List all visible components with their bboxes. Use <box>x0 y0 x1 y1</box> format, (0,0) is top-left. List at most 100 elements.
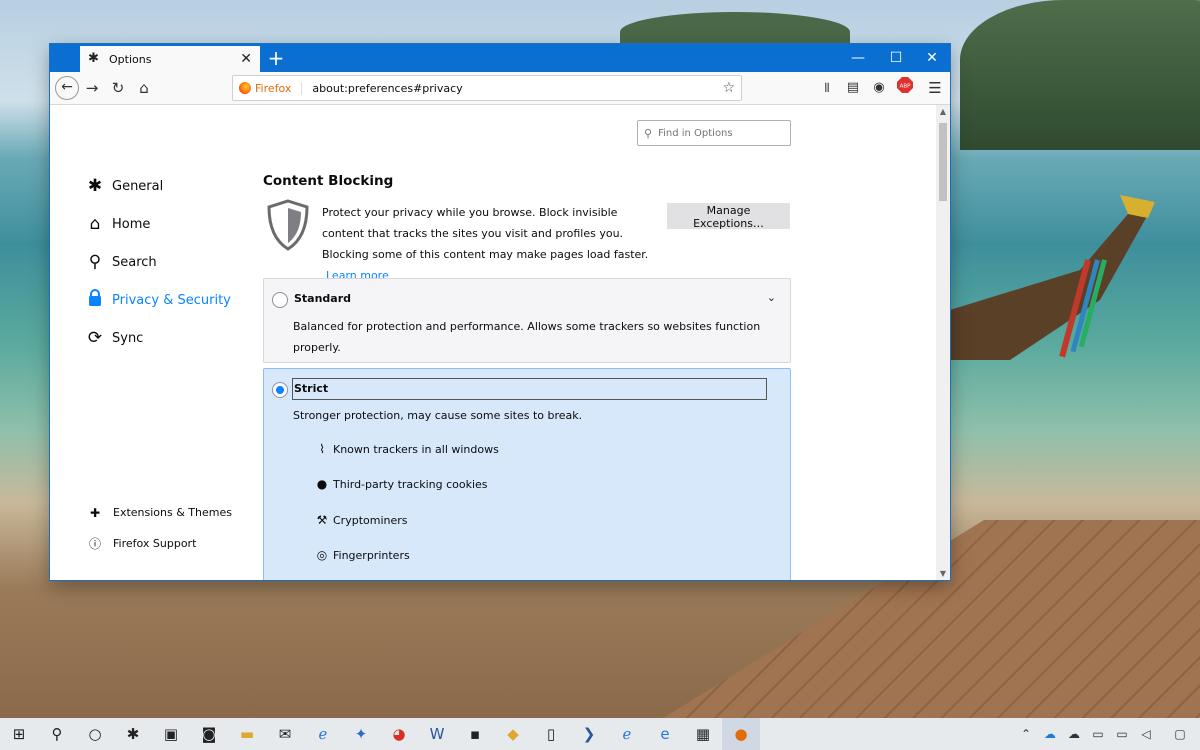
fingerprint-icon: ◎ <box>316 548 328 562</box>
edge-icon[interactable]: ℯ <box>304 718 342 750</box>
tab-options[interactable]: ✱ Options ✕ <box>80 46 260 72</box>
store-icon[interactable]: ▣ <box>152 718 190 750</box>
scroll-thumb[interactable] <box>939 123 947 201</box>
network-app-icon[interactable]: ▦ <box>684 718 722 750</box>
sidebar-item-general[interactable]: ✱ General <box>85 167 231 205</box>
feature-item: ● Third-party tracking cookies <box>315 477 488 491</box>
teams-icon[interactable]: ✦ <box>342 718 380 750</box>
sidebar-item-label: Home <box>112 216 151 232</box>
standard-radio[interactable] <box>272 292 288 308</box>
start-button[interactable]: ⊞ <box>0 718 38 750</box>
url-bar[interactable]: Firefox about:preferences#privacy ☆ <box>232 75 742 101</box>
chrome-icon[interactable]: ◕ <box>380 718 418 750</box>
settings-icon[interactable]: ✱ <box>114 718 152 750</box>
drive-icon[interactable]: ▭ <box>1086 727 1110 741</box>
title-bar: ✱ Options ✕ + — ☐ ✕ <box>50 44 950 72</box>
chevron-up-icon[interactable]: ⌃ <box>1014 727 1038 741</box>
cortana-icon[interactable]: ○ <box>76 718 114 750</box>
taskbar: ⊞ ⚲ ○ ✱ ▣ ◙ ▬ ✉ ℯ ✦ ◕ W ▪ ◆ ▯ ❯ ℯ e ▦ ● … <box>0 718 1200 750</box>
strict-description: Stronger protection, may cause some site… <box>293 409 583 422</box>
cookie-icon: ● <box>316 477 328 491</box>
close-tab-icon[interactable]: ✕ <box>240 51 252 67</box>
search-icon[interactable]: ⚲ <box>38 718 76 750</box>
account-button[interactable]: ◉ <box>867 76 891 100</box>
home-button[interactable]: ⌂ <box>132 76 156 100</box>
sidebar-nav: ✱ General ⌂ Home ⚲ Search Privacy & Secu… <box>85 167 231 357</box>
forward-button[interactable]: → <box>80 76 104 100</box>
maximize-button[interactable]: ☐ <box>878 44 914 72</box>
camera-icon[interactable]: ◙ <box>190 718 228 750</box>
mail-icon[interactable]: ✉ <box>266 718 304 750</box>
notifications-icon[interactable]: ▢ <box>1168 727 1192 741</box>
sidebar-button[interactable]: ▤ <box>841 76 865 100</box>
page-scrollbar[interactable]: ▲ ▼ <box>936 105 950 580</box>
content-blocking-description: Protect your privacy while you browse. B… <box>322 202 662 286</box>
strict-title: Strict <box>292 378 767 400</box>
edge-beta-icon[interactable]: ℯ <box>608 718 646 750</box>
feature-item: ⚒ Cryptominers <box>315 513 408 527</box>
sidebar-item-label: Sync <box>112 330 144 346</box>
close-window-button[interactable]: ✕ <box>914 44 950 72</box>
preferences-page: ⚲ ✱ General ⌂ Home ⚲ Search Privacy & Se… <box>50 105 936 580</box>
word-icon[interactable]: W <box>418 718 456 750</box>
tracker-icon: ⌇ <box>319 442 325 456</box>
app-icon[interactable]: ◆ <box>494 718 532 750</box>
terminal-icon[interactable]: ▪ <box>456 718 494 750</box>
bookmark-star-icon[interactable]: ☆ <box>722 80 735 96</box>
svg-text:ABP: ABP <box>900 84 912 90</box>
strict-option-card[interactable]: Strict Stronger protection, may cause so… <box>263 368 791 580</box>
url-text[interactable]: about:preferences#privacy <box>312 82 722 95</box>
sidebar-item-label: General <box>112 178 164 194</box>
gear-icon: ✱ <box>87 176 103 196</box>
scroll-up-icon[interactable]: ▲ <box>936 107 950 116</box>
chevron-down-icon[interactable]: ⌄ <box>767 291 776 304</box>
new-tab-button[interactable]: + <box>264 46 288 70</box>
sync-icon: ⟳ <box>87 328 103 348</box>
nav-toolbar: ← → ↻ ⌂ Firefox about:preferences#privac… <box>50 72 950 105</box>
search-icon: ⚲ <box>88 252 102 272</box>
back-button[interactable]: ← <box>55 76 79 100</box>
home-icon: ⌂ <box>89 214 101 234</box>
volume-icon[interactable]: ◁ <box>1134 727 1158 741</box>
feature-label: Known trackers in all windows <box>333 442 499 456</box>
sidebar-item-home[interactable]: ⌂ Home <box>85 205 231 243</box>
feature-label: Third-party tracking cookies <box>333 477 488 491</box>
feature-label: Cryptominers <box>333 513 408 527</box>
reload-button[interactable]: ↻ <box>106 76 130 100</box>
feature-item: ◎ Fingerprinters <box>315 548 410 562</box>
minimize-button[interactable]: — <box>840 44 876 72</box>
firefox-logo-icon <box>239 82 251 94</box>
edge-legacy-icon[interactable]: e <box>646 718 684 750</box>
sidebar-item-privacy[interactable]: Privacy & Security <box>85 281 231 319</box>
sidebar-footer: ✚ Extensions & Themes ⓘ Firefox Support <box>87 497 232 559</box>
strict-radio[interactable] <box>272 382 288 398</box>
powershell-icon[interactable]: ❯ <box>570 718 608 750</box>
standard-option-card[interactable]: Standard ⌄ Balanced for protection and p… <box>263 278 791 363</box>
notepad-icon[interactable]: ▯ <box>532 718 570 750</box>
onedrive-icon[interactable]: ☁ <box>1038 727 1062 741</box>
firefox-window: ✱ Options ✕ + — ☐ ✕ ← → ↻ ⌂ Firefox abou… <box>50 44 950 580</box>
cloud-icon[interactable]: ☁ <box>1062 727 1086 741</box>
help-icon: ⓘ <box>88 537 101 551</box>
menu-button[interactable]: ☰ <box>923 76 947 100</box>
wallpaper-boat <box>950 195 1155 360</box>
scroll-down-icon[interactable]: ▼ <box>936 569 950 578</box>
wallpaper-mountain <box>960 0 1200 150</box>
find-input[interactable] <box>656 126 781 140</box>
standard-title: Standard <box>294 292 352 305</box>
firefox-taskbar-icon[interactable]: ● <box>722 718 760 750</box>
network-icon[interactable]: ▭ <box>1110 727 1134 741</box>
manage-exceptions-button[interactable]: Manage Exceptions… <box>667 203 790 230</box>
firefox-support-link[interactable]: ⓘ Firefox Support <box>87 528 232 559</box>
adblock-button[interactable]: ABP <box>893 76 917 100</box>
section-heading: Content Blocking <box>263 173 394 189</box>
sidebar-item-sync[interactable]: ⟳ Sync <box>85 319 231 357</box>
system-tray: ⌃ ☁ ☁ ▭ ▭ ◁ ▢ <box>1014 718 1192 750</box>
sidebar-item-search[interactable]: ⚲ Search <box>85 243 231 281</box>
feature-label: Fingerprinters <box>333 548 410 562</box>
adblock-icon: ABP <box>897 77 913 93</box>
find-in-options[interactable]: ⚲ <box>637 120 791 146</box>
file-explorer-icon[interactable]: ▬ <box>228 718 266 750</box>
library-button[interactable]: ⫴ <box>815 76 839 100</box>
extensions-themes-link[interactable]: ✚ Extensions & Themes <box>87 497 232 528</box>
